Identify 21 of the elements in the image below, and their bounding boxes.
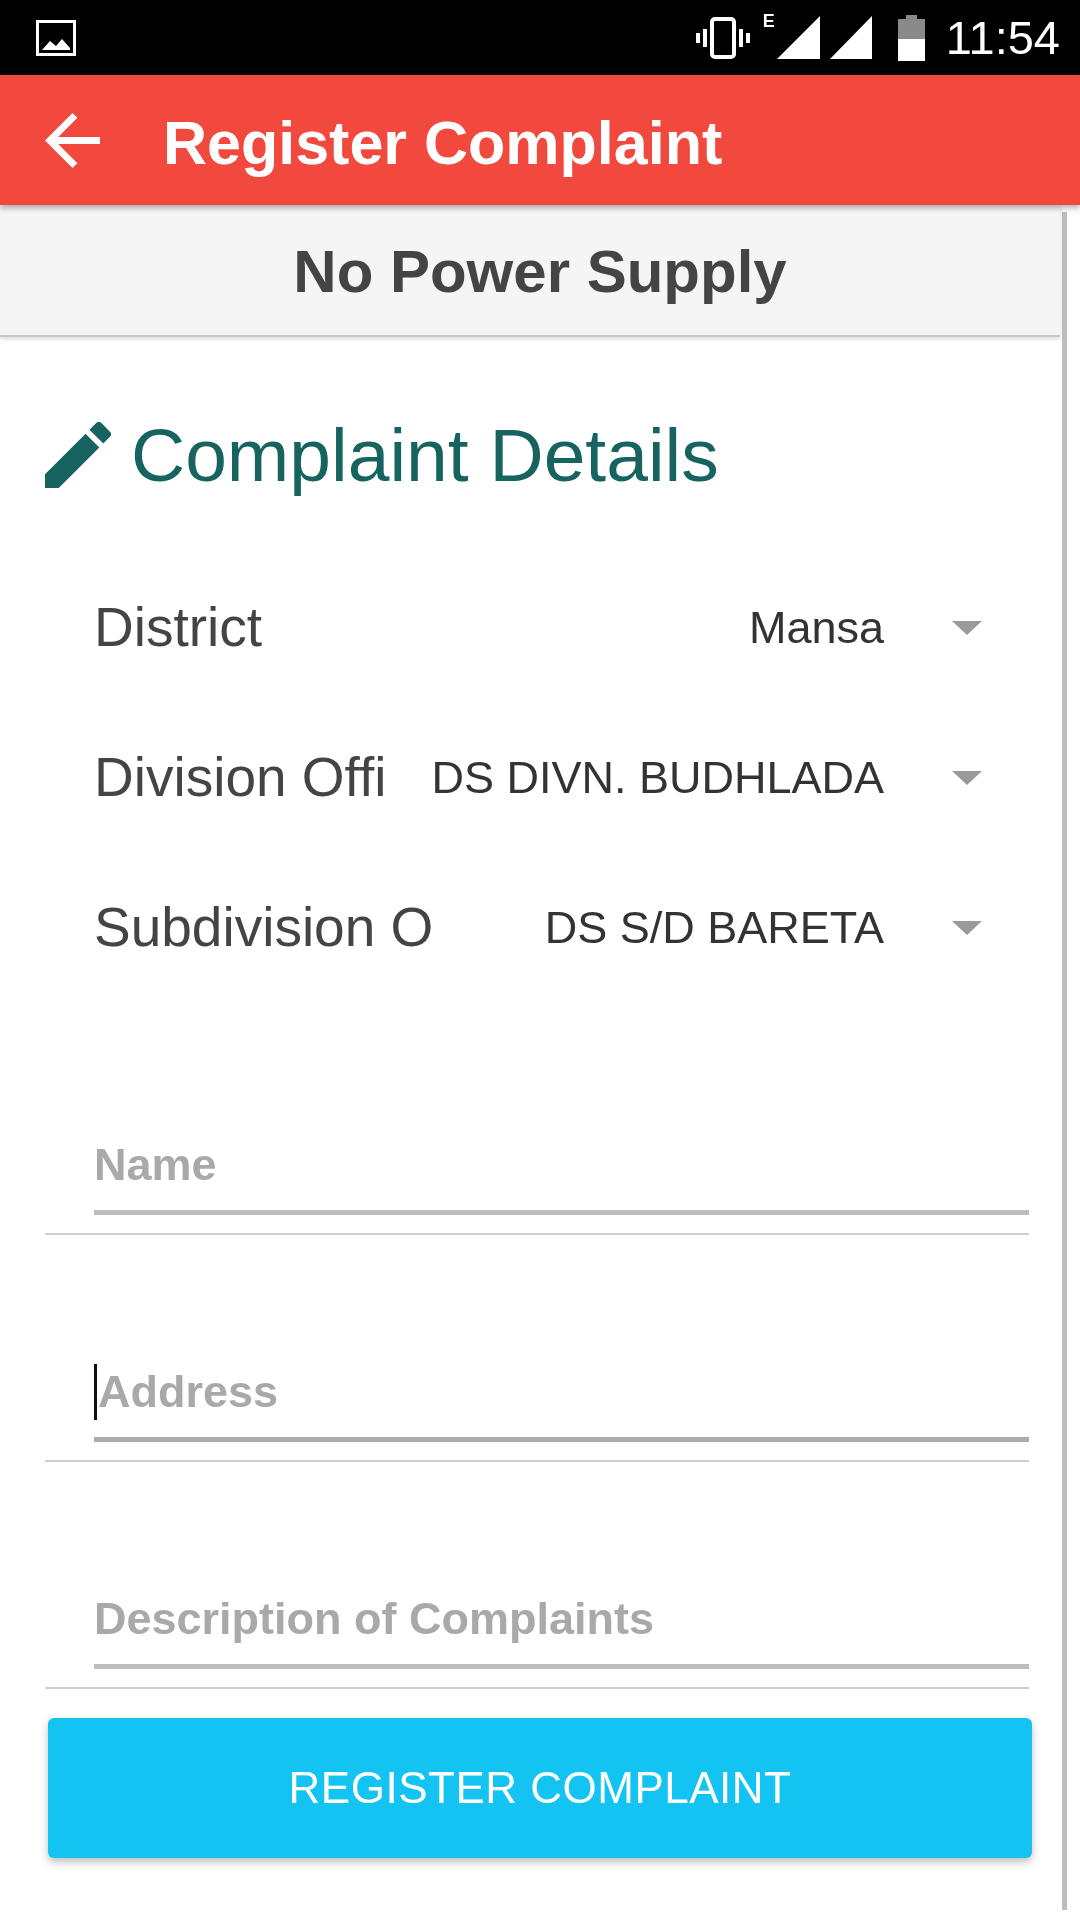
dropdown-label: Division Offi [94, 746, 387, 810]
caret-icon [952, 621, 982, 635]
caret-icon [952, 771, 982, 785]
image-icon [36, 19, 76, 56]
dropdown[interactable]: Mansa [748, 602, 982, 654]
category-title: No Power Supply [293, 242, 787, 302]
clock-time: 11:54 [945, 14, 1060, 61]
battery-icon [897, 14, 925, 61]
dropdown-label: District [94, 596, 263, 660]
text-input-field[interactable]: Description of Complaints [94, 1574, 1029, 1669]
dropdown-label: Subdivision O [94, 896, 434, 960]
network-type-label: E [762, 12, 775, 30]
signal-icon [829, 16, 872, 59]
signal-icon [776, 16, 820, 59]
vibrate-icon [694, 16, 751, 59]
dropdown[interactable]: DS S/D BARETA [544, 902, 982, 954]
back-arrow-icon[interactable] [45, 112, 100, 168]
caret-icon [952, 921, 982, 935]
text-input-field[interactable]: Name [94, 1120, 1029, 1215]
pencil-icon [45, 422, 111, 488]
dropdown[interactable]: DS DIVN. BUDHLADA [431, 752, 982, 804]
